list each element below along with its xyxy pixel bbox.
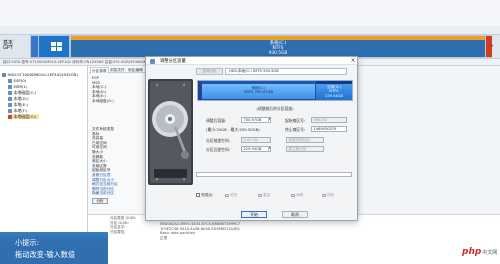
details-values: EBD0A0A2-B9E5-4433-87C0-68B6B72699C7 1F0…: [160, 222, 240, 240]
dialog-title: 调整分区容量: [160, 59, 186, 64]
watermark-logo: php中文网: [462, 247, 498, 257]
new-size-input[interactable]: 700.97GB: [241, 117, 271, 123]
progress-bar: [196, 172, 352, 177]
scroll-right-icon[interactable]: ▸: [491, 43, 494, 49]
partition-icon: [8, 115, 12, 119]
front-free-label: 分区前部空间:: [206, 138, 231, 143]
disk-icon: [2, 73, 6, 77]
right-panel: [360, 66, 500, 214]
after-complete-label: 完成后:: [201, 192, 214, 197]
hard-disk-illustration: [148, 79, 193, 185]
tree-item[interactable]: HD0:ST1000DM010-2EP102(932GB): [2, 72, 78, 77]
tree-item[interactable]: ESP(0): [8, 78, 26, 83]
analyze-button[interactable]: 分析: [92, 198, 108, 204]
tree-item[interactable]: 本地(D:): [8, 96, 29, 101]
close-button[interactable]: ×: [349, 57, 357, 65]
app-icon: [150, 58, 155, 64]
partition-usage-stripe: [201, 81, 316, 84]
back-free-input[interactable]: 229.54GB: [241, 146, 271, 152]
props-link[interactable]: 隐藏当前分区: [92, 191, 118, 196]
partition-block-esp[interactable]: [31, 36, 38, 57]
tab-params[interactable]: 分区参数: [90, 67, 109, 74]
partition-usage-stripe: [316, 81, 352, 84]
tree-item-selected[interactable]: 本地磁盘(G:): [8, 114, 40, 119]
properties-tabs: 分区参数 浏览文件 扇区编辑: [89, 67, 146, 74]
detail-label: 分区属性:: [110, 229, 126, 234]
end-sector-field: 1469030379: [311, 126, 347, 132]
props-links: 查看分区表 调整分区大小 格式化当前分区 删除当前分区 隐藏当前分区: [92, 173, 118, 196]
main-toolbar: [0, 0, 500, 26]
partition-selector[interactable]: HD0:本地(C:) NTFS 930.5GB: [225, 68, 347, 75]
standby-label: 待机: [327, 192, 335, 197]
partition-icon: [8, 79, 12, 83]
partition-free-size: 229.54GB: [325, 93, 343, 98]
tab-browse[interactable]: 浏览文件: [109, 67, 126, 73]
tip-title: 小提示:: [15, 238, 39, 247]
back-free-spinner[interactable]: ▲: [267, 146, 271, 152]
after-complete-checkbox[interactable]: [196, 193, 200, 197]
partition-free-text: 空闲(G:) NTFS 229.54GB: [316, 85, 352, 98]
partition-icon: [8, 91, 12, 95]
back-free-label: 分区后部空间:: [206, 147, 231, 152]
tab-sector[interactable]: 扇区编辑: [127, 67, 144, 73]
standby-radio[interactable]: [322, 193, 326, 197]
partition-usage-stripe: [71, 36, 485, 40]
windows-icon: [51, 42, 62, 51]
props-row[interactable]: 本地磁盘(G:): [92, 99, 114, 104]
detail-label: 分区类型 GUID:: [110, 216, 136, 220]
props-op: 文件系统类型: [92, 127, 115, 131]
partition-icon: [8, 85, 12, 89]
partition-icon: [8, 97, 12, 101]
new-size-label: 调整后容量:: [206, 118, 227, 123]
restart-radio[interactable]: [258, 193, 262, 197]
partition-icon: [8, 109, 12, 113]
hibernate-radio[interactable]: [291, 193, 295, 197]
restart-label: 重启: [263, 192, 271, 197]
end-sector-label: 终止扇区号:: [285, 127, 306, 132]
partition-main-fs: NTFS 700.97GB: [244, 90, 273, 95]
front-free-input[interactable]: 0.00 GB: [241, 137, 271, 143]
partition-main-text: 系统(C:) NTFS 700.97GB: [201, 86, 316, 95]
props-ops: 文件系统类型 卷标 总容量 已用空间 可用空间 簇大小 总簇数 扇区大小 总扇区…: [92, 127, 114, 173]
disk-tree: HD0:ST1000DM010-2EP102(932GB) ESP(0) MSR…: [0, 66, 88, 232]
resize-hint: (调整前后的分区容量): [256, 106, 294, 111]
cancel-button[interactable]: 取消: [282, 211, 308, 218]
detail-value: 正常: [160, 235, 168, 240]
tree-item[interactable]: MSR(1): [8, 84, 28, 89]
shutdown-radio[interactable]: [225, 193, 229, 197]
detail-value: EBD0A0A2-B9E5-4433-87C0-68B6B72699C7: [160, 222, 241, 226]
hibernate-label: 休眠: [296, 192, 304, 197]
front-free-option[interactable]: 前部空闲分区: [286, 137, 324, 143]
start-sector-field: 968192: [311, 117, 347, 123]
disk-type-label: 基本 GPT: [3, 40, 14, 51]
partition-block-text: 系统(C:) NTFS 930.5GB: [71, 41, 485, 56]
partition-icon: [8, 103, 12, 107]
select-partition-button[interactable]: 选择分区: [196, 68, 223, 75]
tip-text: 拖动改变-输入数值: [15, 250, 76, 259]
tree-item[interactable]: 本地磁盘(C:): [8, 90, 36, 95]
start-button[interactable]: 开始: [241, 211, 267, 218]
back-free-option[interactable]: 建立新分区: [286, 146, 324, 152]
details-labels: 分区类型 GUID: 分区 GUID: 分区名字: 分区属性:: [110, 216, 136, 234]
tree-item[interactable]: 本地(F:): [8, 108, 28, 113]
new-size-spinner[interactable]: ▲: [267, 117, 271, 123]
props-list: ESP MSR 本地(C:) 本地(D:) 本地(E:) 本地磁盘(G:): [92, 76, 114, 104]
tree-item[interactable]: 本地(E:): [8, 102, 28, 107]
partition-details: [88, 214, 500, 264]
size-range-text: (最小:20GB - 最大:930.50GB): [206, 127, 260, 132]
start-sector-label: 起始扇区号:: [285, 118, 306, 123]
shutdown-label: 关机: [230, 192, 238, 197]
